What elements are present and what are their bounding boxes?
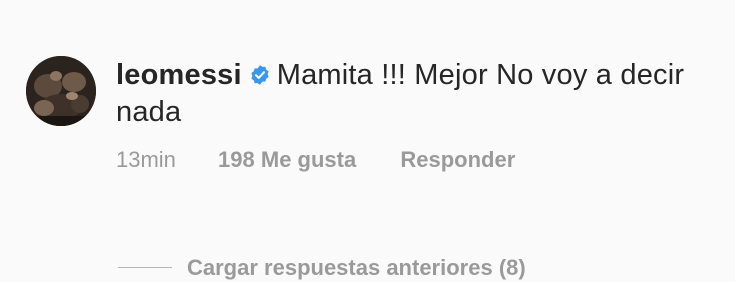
verified-badge-icon	[249, 64, 271, 86]
comment-item: leomessi Mamita !!! Mejor No voy a decir …	[0, 0, 735, 280]
comment-timestamp: 13min	[116, 147, 176, 172]
replies-divider	[118, 267, 172, 268]
likes-count-button[interactable]: 198 Me gusta	[218, 146, 356, 174]
username-link[interactable]: leomessi	[116, 59, 242, 91]
load-previous-replies-button[interactable]: Cargar respuestas anteriores (8)	[187, 254, 526, 282]
comment-meta: 13min 198 Me gusta Responder	[116, 146, 515, 174]
avatar-photo	[26, 56, 96, 126]
avatar[interactable]	[26, 56, 96, 126]
comment-body: leomessi Mamita !!! Mejor No voy a decir …	[116, 57, 706, 131]
reply-button[interactable]: Responder	[400, 146, 515, 174]
